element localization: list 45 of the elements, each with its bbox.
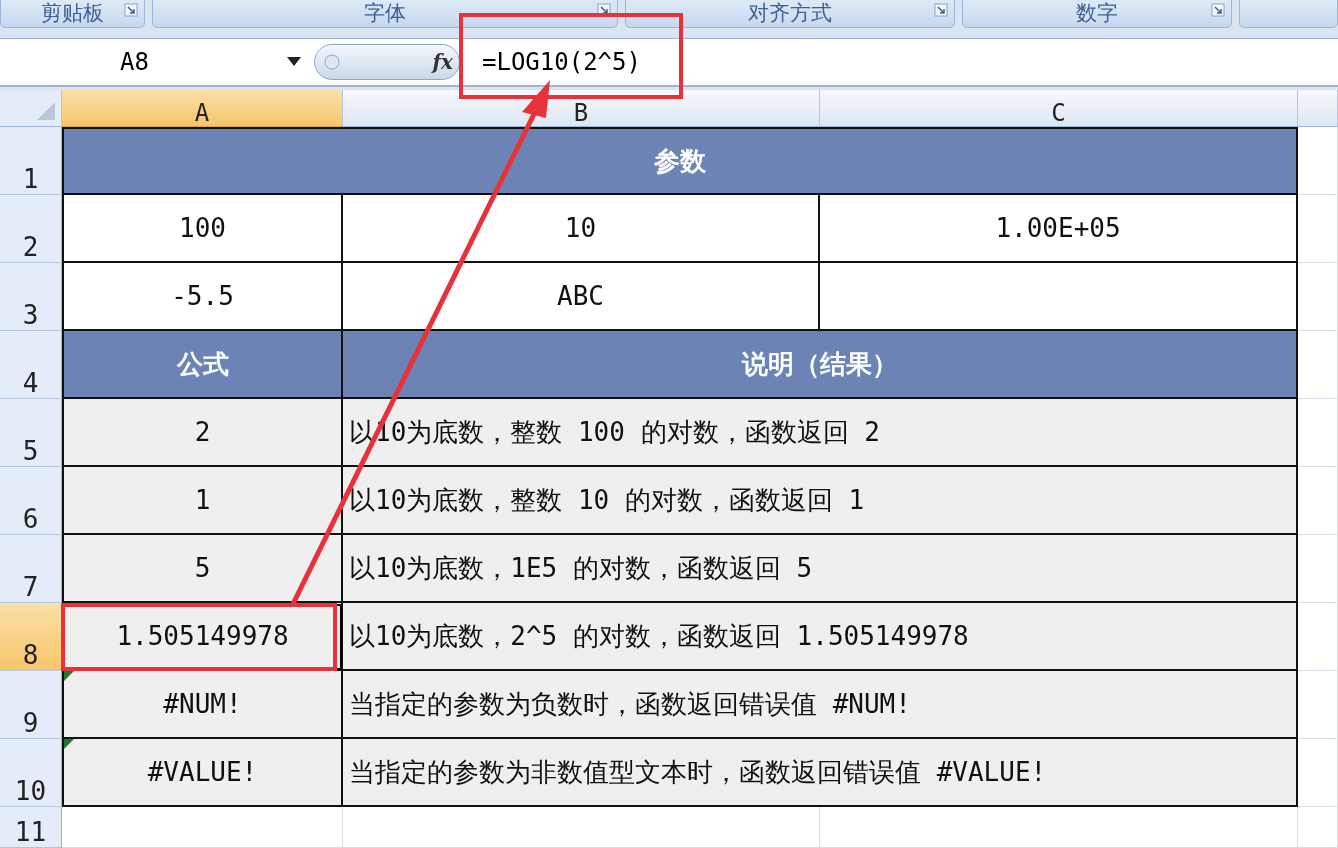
- table-cell[interactable]: 1.00E+05: [820, 195, 1298, 263]
- group-label: 剪贴板: [41, 0, 104, 27]
- group-label: 数字: [1076, 0, 1118, 27]
- dialog-launcher-icon[interactable]: [124, 3, 138, 17]
- table-cell[interactable]: 当指定的参数为负数时，函数返回错误值 #NUM!: [343, 671, 1298, 739]
- table-cell[interactable]: 以10为底数，2^5 的对数，函数返回 1.505149978: [343, 603, 1298, 671]
- name-box[interactable]: A8: [0, 40, 310, 84]
- row-header[interactable]: 9: [0, 671, 62, 739]
- select-all-corner[interactable]: [0, 90, 62, 127]
- table-cell[interactable]: 当指定的参数为非数值型文本时，函数返回错误值 #VALUE!: [343, 739, 1298, 807]
- table-cell[interactable]: 2: [62, 399, 343, 467]
- row-header[interactable]: 8: [0, 603, 62, 671]
- row-header[interactable]: 11: [0, 807, 62, 848]
- circle-icon[interactable]: [323, 53, 341, 71]
- table-cell[interactable]: #VALUE!: [62, 739, 343, 807]
- column-header[interactable]: A: [62, 90, 343, 127]
- row-header[interactable]: 1: [0, 127, 62, 195]
- row-header[interactable]: 6: [0, 467, 62, 535]
- table-cell[interactable]: 以10为底数，1E5 的对数，函数返回 5: [343, 535, 1298, 603]
- header-cell[interactable]: 说明（结果）: [343, 331, 1298, 399]
- table-cell[interactable]: 100: [62, 195, 343, 263]
- row-header[interactable]: 2: [0, 195, 62, 263]
- column-header[interactable]: [1298, 90, 1338, 127]
- formula-input[interactable]: =LOG10(2^5): [482, 48, 641, 76]
- table-cell[interactable]: 5: [62, 535, 343, 603]
- table-cell[interactable]: 以10为底数，整数 10 的对数，函数返回 1: [343, 467, 1298, 535]
- table-cell[interactable]: 10: [343, 195, 820, 263]
- header-cell[interactable]: 参数: [62, 127, 1298, 195]
- header-cell[interactable]: 公式: [62, 331, 343, 399]
- group-label: 对齐方式: [748, 0, 832, 27]
- table-cell[interactable]: 1: [62, 467, 343, 535]
- dropdown-caret-icon[interactable]: [287, 57, 301, 66]
- row-header[interactable]: 10: [0, 739, 62, 807]
- triangle-icon: [37, 102, 55, 120]
- row-header[interactable]: 3: [0, 263, 62, 331]
- insert-function-button[interactable]: fx: [432, 50, 453, 74]
- group-label: 字体: [364, 0, 406, 27]
- table-cell[interactable]: #NUM!: [62, 671, 343, 739]
- dialog-launcher-icon[interactable]: [934, 3, 948, 17]
- row-header[interactable]: 4: [0, 331, 62, 399]
- column-header[interactable]: C: [820, 90, 1298, 127]
- row-header[interactable]: 7: [0, 535, 62, 603]
- row-header[interactable]: 5: [0, 399, 62, 467]
- dialog-launcher-icon[interactable]: [1211, 3, 1225, 17]
- column-header[interactable]: B: [343, 90, 820, 127]
